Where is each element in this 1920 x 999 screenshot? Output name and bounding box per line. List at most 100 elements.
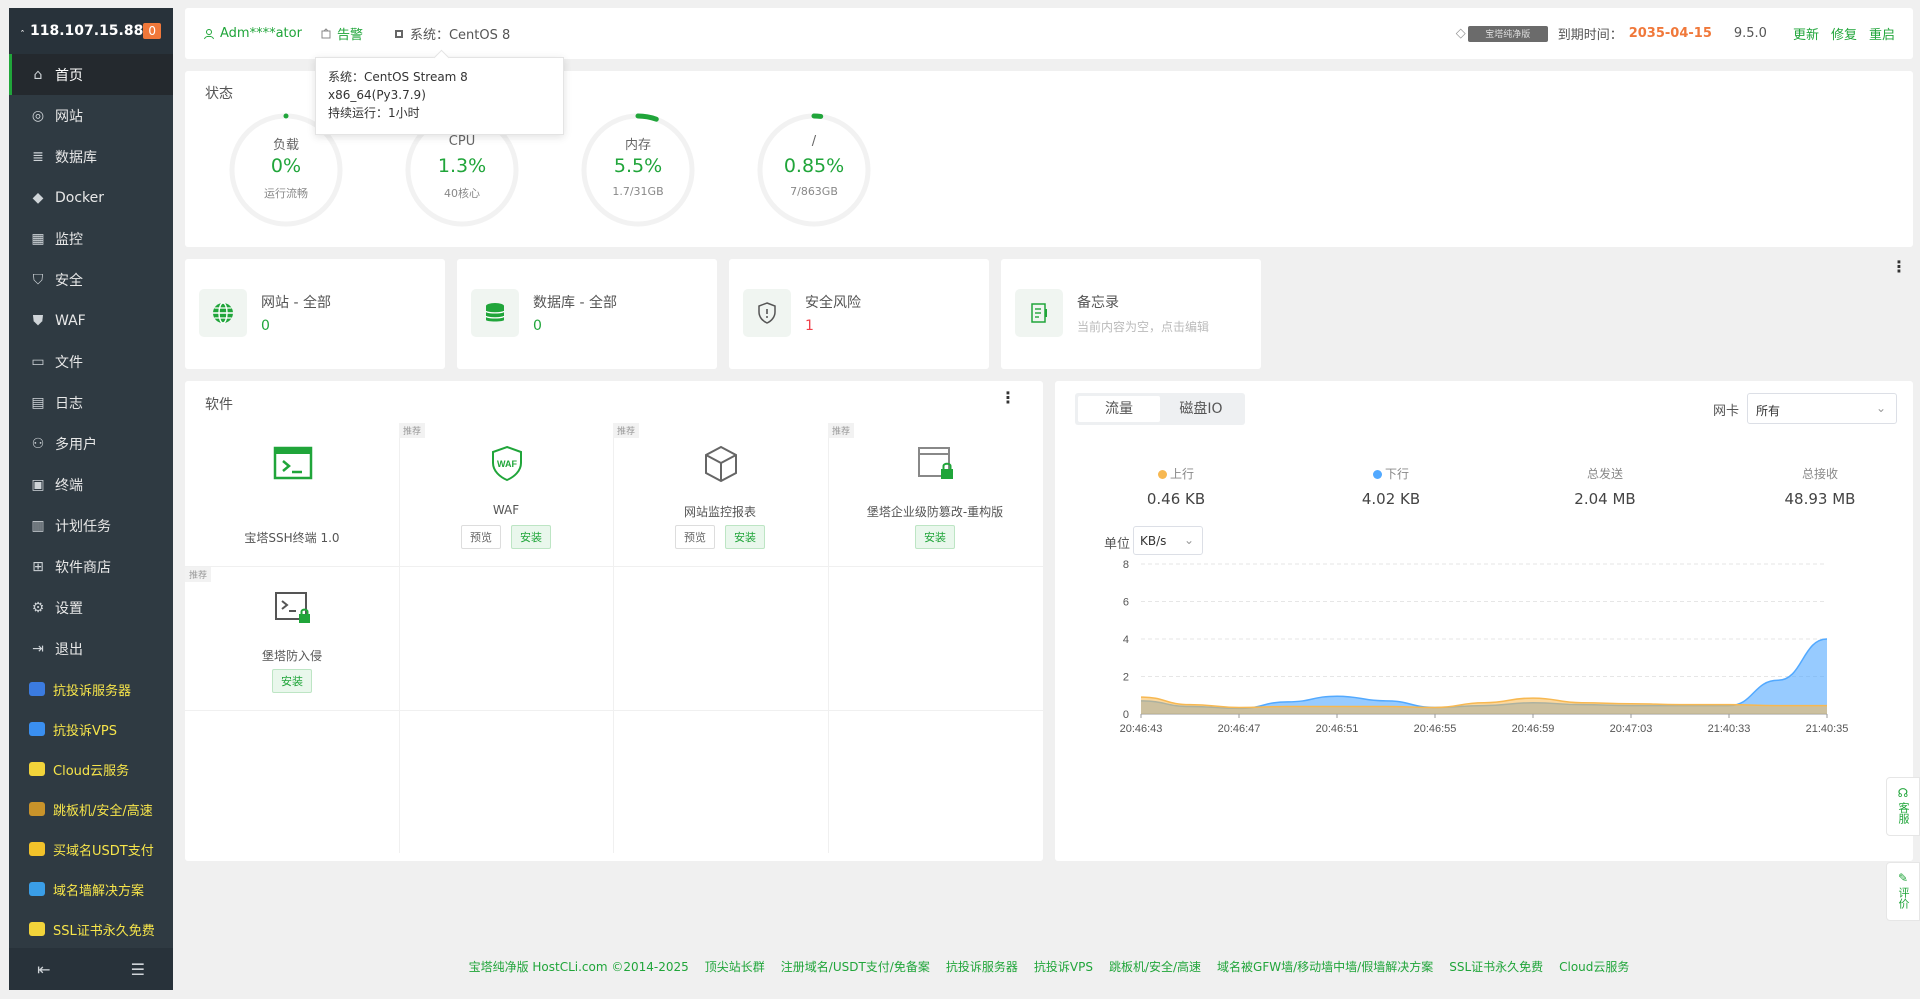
sidebar-item-13[interactable]: ⚙ 设置 (9, 587, 173, 628)
footer-link-5[interactable]: 跳板机/安全/高速 (1109, 960, 1201, 974)
memo-placeholder[interactable]: 当前内容为空，点击编辑 (1077, 318, 1209, 335)
system-label: 系统：CentOS 8 (409, 28, 511, 43)
footer-link-7[interactable]: SSL证书永久免费 (1449, 960, 1543, 974)
sidebar-ad-3[interactable]: 跳板机/安全/高速 (9, 789, 173, 829)
update-link[interactable]: 更新 (1793, 24, 1819, 43)
sidebar-ad-0[interactable]: 抗投诉服务器 (9, 669, 173, 709)
databases-card[interactable]: 数据库 - 全部 0 (457, 259, 717, 369)
websites-count[interactable]: 0 (261, 318, 270, 334)
sidebar-item-2[interactable]: ≣ 数据库 (9, 136, 173, 177)
calendar-icon: ▥ (31, 517, 45, 534)
security-risk-card[interactable]: 安全风险 1 (729, 259, 989, 369)
y-tick-label: 0 (1123, 709, 1129, 721)
review-button[interactable]: ✎ 评价 (1886, 862, 1920, 921)
x-tick-label: 21:40:33 (1708, 723, 1751, 735)
software-item-site-monitor[interactable]: 推荐 网站监控报表 预览 安装 (613, 423, 827, 567)
alert-link[interactable]: 告警 (320, 24, 363, 43)
footer-link-0[interactable]: 宝塔纯净版 HostCLi.com ©2014-2025 (469, 960, 689, 974)
footer-link-4[interactable]: 抗投诉VPS (1034, 960, 1093, 974)
sidebar-item-label: 安全 (55, 272, 83, 289)
sidebar-item-6[interactable]: ⛊ WAF (9, 300, 173, 341)
nic-select[interactable]: 所有 ⌄ (1747, 393, 1897, 424)
sidebar-item-11[interactable]: ▥ 计划任务 (9, 505, 173, 546)
sidebar-item-label: 退出 (55, 641, 83, 658)
logout-icon: ⇥ (32, 640, 44, 657)
gauge-2[interactable]: 内存 5.5% 1.7/31GB (579, 111, 697, 229)
memo-card[interactable]: 备忘录 当前内容为空，点击编辑 (1001, 259, 1261, 369)
notification-badge[interactable]: 0 (143, 23, 161, 39)
status-title: 状态 (205, 86, 233, 102)
version: 9.5.0 (1733, 26, 1767, 41)
tooltip-arch: x86_64(Py3.7.9) (328, 88, 426, 102)
websites-card[interactable]: 网站 - 全部 0 (185, 259, 445, 369)
restart-link[interactable]: 重启 (1869, 24, 1895, 43)
menu-list-icon[interactable]: ☰ (131, 960, 145, 979)
sidebar-item-7[interactable]: ▭ 文件 (9, 341, 173, 382)
database-icon: ≣ (32, 148, 44, 165)
sidebar-item-3[interactable]: ◆ Docker (9, 177, 173, 218)
system-info[interactable]: 系统：CentOS 8 (393, 24, 510, 43)
sidebar-item-9[interactable]: ⚇ 多用户 (9, 423, 173, 464)
tab-disk-io[interactable]: 磁盘IO (1160, 396, 1242, 422)
install-button[interactable]: 安装 (511, 525, 551, 549)
sidebar-item-10[interactable]: ▣ 终端 (9, 464, 173, 505)
software-title: 软件 (205, 397, 233, 413)
recommend-tag: 推荐 (828, 423, 855, 438)
tab-traffic[interactable]: 流量 (1078, 396, 1160, 422)
sidebar-item-label: 文件 (55, 354, 83, 371)
software-item-ssh-terminal[interactable]: 宝塔SSH终端 1.0 (185, 423, 399, 567)
sidebar-ad-1[interactable]: 抗投诉VPS (9, 709, 173, 749)
install-button[interactable]: 安装 (915, 525, 955, 549)
stat-value: 4.02 KB (1361, 490, 1421, 508)
recommend-tag: 推荐 (185, 567, 212, 582)
user-link[interactable]: Adm****ator (203, 26, 302, 41)
shield-icon (743, 289, 791, 337)
footer-link-1[interactable]: 顶尖站长群 (705, 960, 765, 974)
software-item-anti-tamper[interactable]: 推荐 堡塔企业级防篡改-重构版 安装 (828, 423, 1042, 567)
sidebar-ad-4[interactable]: 买域名USDT支付 (9, 829, 173, 869)
software-item-waf[interactable]: 推荐 WAF WAF 预览 安装 (399, 423, 613, 567)
ad-icon (29, 722, 45, 736)
terminal-lock-app-icon (275, 592, 310, 623)
sidebar-item-4[interactable]: ▦ 监控 (9, 218, 173, 259)
preview-button[interactable]: 预览 (461, 525, 501, 549)
footer-link-6[interactable]: 域名被GFW墙/移动墙中墙/假墙解决方案 (1217, 960, 1433, 974)
footer-link-3[interactable]: 抗投诉服务器 (946, 960, 1018, 974)
gauge-sub: 7/863GB (790, 185, 838, 198)
sidebar-ad-5[interactable]: 域名墙解决方案 (9, 869, 173, 909)
security-risk-count[interactable]: 1 (805, 318, 814, 334)
software-item-intrusion-defense[interactable]: 推荐 堡塔防入侵 安装 (185, 567, 399, 711)
customer-service-button[interactable]: ☊ 客服 (1886, 777, 1920, 836)
sidebar-ad-6[interactable]: SSL证书永久免费 (9, 909, 173, 949)
sidebar-item-12[interactable]: ⊞ 软件商店 (9, 546, 173, 587)
install-button[interactable]: 安装 (725, 525, 765, 549)
username: Adm****ator (220, 26, 302, 41)
gauge-3[interactable]: / 0.85% 7/863GB (755, 111, 873, 229)
sidebar-item-0[interactable]: ⌂ 首页 (9, 54, 173, 95)
software-more-icon[interactable]: ⋮ (1000, 390, 1016, 406)
install-button[interactable]: 安装 (272, 669, 312, 693)
ad-icon (29, 922, 45, 936)
chevron-down-icon: ⌄ (1183, 533, 1194, 547)
sidebar-item-label: 计划任务 (55, 518, 111, 535)
sidebar-item-8[interactable]: ▤ 日志 (9, 382, 173, 423)
footer-link-8[interactable]: Cloud云服务 (1559, 960, 1629, 974)
ad-icon (29, 802, 45, 816)
stat-total-received: 总接收 48.93 MB (1750, 465, 1890, 508)
sidebar-ad-2[interactable]: Cloud云服务 (9, 749, 173, 789)
sidebar-item-label: 日志 (55, 395, 83, 412)
repair-link[interactable]: 修复 (1831, 24, 1857, 43)
databases-count[interactable]: 0 (533, 318, 542, 334)
sidebar-ad-label: SSL证书永久免费 (53, 923, 155, 939)
software-name: 堡塔企业级防篡改-重构版 (866, 505, 1004, 519)
cards-more-icon[interactable]: ⋮ (1891, 259, 1907, 275)
sidebar-item-14[interactable]: ⇥ 退出 (9, 628, 173, 669)
footer-link-2[interactable]: 注册域名/USDT支付/免备案 (781, 960, 930, 974)
sidebar-item-5[interactable]: ⛉ 安全 (9, 259, 173, 300)
recommend-tag: 推荐 (613, 423, 640, 438)
collapse-sidebar-icon[interactable]: ⇤ (37, 960, 50, 979)
security-risk-title: 安全风险 (805, 295, 861, 311)
sidebar-item-1[interactable]: ◎ 网站 (9, 95, 173, 136)
sidebar-item-label: 监控 (55, 231, 83, 248)
preview-button[interactable]: 预览 (675, 525, 715, 549)
